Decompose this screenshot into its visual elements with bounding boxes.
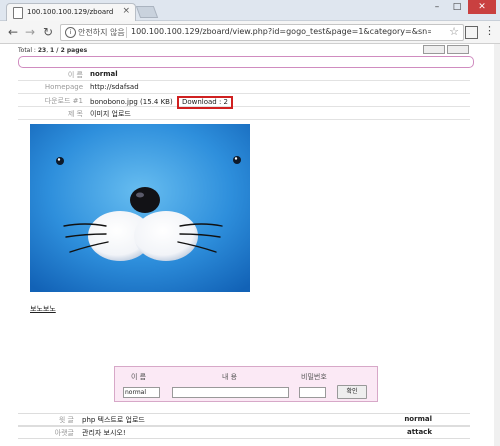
new-tab-button[interactable] (135, 6, 159, 18)
prev-post-subject[interactable]: php 텍스트로 업로드 (82, 415, 145, 425)
post-download-row: 다운로드 #1 bonobono.jpg (15.4 KB) Download … (18, 94, 470, 109)
next-post-row[interactable]: 아랫글 관리자 보시오! attack (18, 426, 470, 439)
extension-icon[interactable] (465, 26, 478, 39)
image-caption: 보노보노 (30, 305, 56, 313)
next-post-author: attack (407, 428, 432, 436)
name-label: 이 름 (131, 373, 147, 381)
join-button[interactable] (447, 45, 469, 54)
author-name: normal (90, 70, 118, 78)
login-button[interactable] (423, 45, 445, 54)
post-image (30, 124, 250, 292)
menu-icon[interactable]: ⋮ (484, 25, 495, 37)
download-file-link[interactable]: bonobono.jpg (15.4 KB) (90, 98, 173, 106)
address-divider (126, 27, 127, 38)
window-titlebar: 100.100.100.129/zboard × – □ ✕ (0, 0, 500, 21)
post-subject: 이미지 업로드 (90, 110, 131, 118)
comment-password-input[interactable] (299, 387, 326, 398)
maximize-button[interactable]: □ (448, 0, 466, 14)
comment-form: 이 름 내 용 비밀번호 normal 확인 (114, 366, 378, 402)
minimize-button[interactable]: – (428, 0, 446, 14)
memo-label: 내 용 (222, 373, 238, 381)
tab-title: 100.100.100.129/zboard (27, 8, 114, 16)
next-post-subject[interactable]: 관리자 보시오! (82, 428, 126, 438)
browser-toolbar: ← → ↻ i 안전하지 않음 100.100.100.129/zboard/v… (0, 21, 500, 44)
comment-memo-input[interactable] (172, 387, 289, 398)
comment-submit-button[interactable]: 확인 (337, 385, 367, 399)
bookmark-star-icon[interactable]: ☆ (449, 25, 459, 38)
page-icon (13, 7, 23, 19)
tab-close-icon[interactable]: × (122, 6, 130, 16)
post-homepage-row: Homepage http://sdafsad (18, 81, 470, 94)
security-label[interactable]: 안전하지 않음 (78, 27, 125, 38)
close-window-button[interactable]: ✕ (468, 0, 496, 14)
prev-post-row[interactable]: 윗 글 php 텍스트로 업로드 normal (18, 413, 470, 426)
url-text[interactable]: 100.100.100.129/zboard/view.php?id=gogo_… (131, 27, 431, 36)
info-icon[interactable]: i (65, 27, 76, 38)
forward-icon[interactable]: → (22, 24, 38, 40)
page-content: Total : 23, 1 / 2 pages 이 름 normal Homep… (0, 44, 500, 446)
homepage-link[interactable]: http://sdafsad (90, 83, 139, 91)
back-icon[interactable]: ← (5, 24, 21, 40)
total-count: Total : 23, 1 / 2 pages (18, 47, 88, 54)
post-header-box (18, 56, 474, 68)
address-bar[interactable]: i 안전하지 않음 100.100.100.129/zboard/view.ph… (60, 24, 464, 41)
browser-tab[interactable]: 100.100.100.129/zboard × (6, 3, 136, 21)
comment-name-input[interactable]: normal (123, 387, 160, 398)
post-name-row: 이 름 normal (18, 68, 470, 81)
password-label: 비밀번호 (301, 373, 327, 381)
reload-icon[interactable]: ↻ (40, 24, 56, 40)
prev-post-author: normal (404, 415, 432, 423)
post-subject-row: 제 목 이미지 업로드 (18, 107, 470, 120)
scrollbar[interactable] (494, 44, 500, 446)
